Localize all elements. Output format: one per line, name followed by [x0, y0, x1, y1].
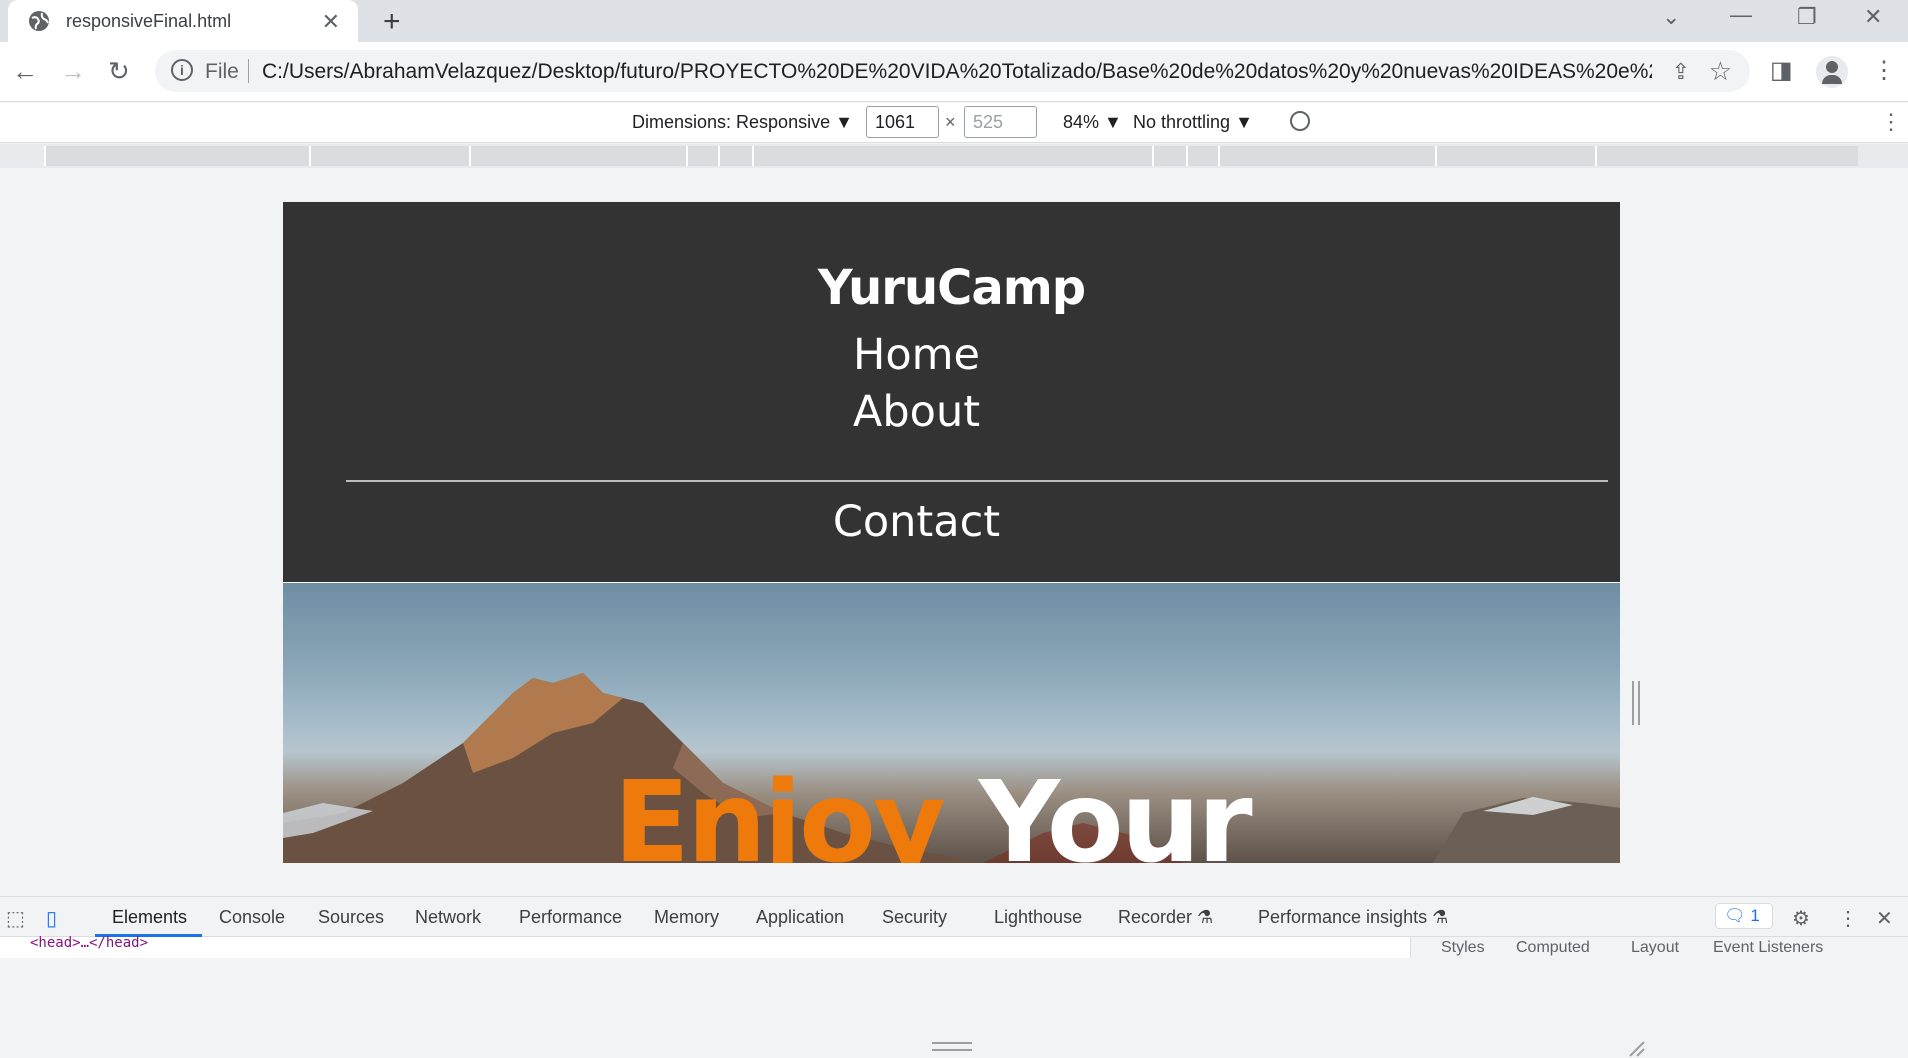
site-brand[interactable]: YuruCamp — [388, 260, 1515, 316]
performance-insights-label: Performance insights — [1258, 907, 1428, 927]
issues-badge[interactable]: 🗨 1 — [1715, 903, 1773, 929]
emulated-viewport-area: YuruCamp Home About Contact Enjoy Your — [0, 168, 1908, 1057]
devtools-tab-elements[interactable]: Elements — [112, 907, 187, 928]
devtools-panel: ⬚ ▯ Elements Console Sources Network Per… — [0, 896, 1908, 958]
media-query-segment[interactable] — [1595, 146, 1858, 166]
throttling-label: No throttling — [1133, 112, 1231, 132]
info-icon[interactable]: i — [171, 59, 193, 81]
device-toggle-icon[interactable]: ▯ — [46, 906, 57, 931]
share-icon[interactable]: ⇪ — [1672, 59, 1690, 85]
hero-heading: Enjoy Your — [283, 758, 1600, 863]
devtools-tab-lighthouse[interactable]: Lighthouse — [994, 907, 1082, 928]
media-query-segment[interactable] — [686, 146, 718, 166]
devtools-tab-memory[interactable]: Memory — [654, 907, 719, 928]
devtools-content: <head>…</head> Styles Computed Layout Ev… — [0, 935, 1908, 958]
devtools-tab-recorder[interactable]: Recorder ⚗ — [1118, 907, 1213, 928]
height-input[interactable]: 525 — [964, 106, 1037, 138]
devtools-tab-console[interactable]: Console — [219, 907, 285, 928]
browser-tab[interactable]: responsiveFinal.html ✕ — [8, 0, 358, 42]
styles-pane-tabs: Styles Computed Layout Event Listeners — [1410, 937, 1908, 958]
devtools-close-icon[interactable]: ✕ — [1876, 906, 1893, 931]
media-query-segment[interactable] — [1152, 146, 1186, 166]
emulated-page: YuruCamp Home About Contact Enjoy Your — [283, 202, 1620, 863]
inspect-element-icon[interactable]: ⬚ — [6, 906, 25, 931]
nav-home-link[interactable]: Home — [283, 330, 1585, 380]
issues-count: 1 — [1750, 906, 1760, 925]
media-query-segment[interactable] — [1186, 146, 1218, 166]
profile-avatar[interactable] — [1816, 56, 1848, 88]
minimize-icon[interactable]: — — [1730, 2, 1752, 28]
devtools-tab-security[interactable]: Security — [882, 907, 947, 928]
url-text[interactable]: C:/Users/AbrahamVelazquez/Desktop/futuro… — [262, 60, 1652, 84]
reload-icon[interactable]: ↻ — [108, 56, 130, 87]
flask-icon: ⚗ — [1197, 907, 1214, 927]
dom-tree-line[interactable]: <head>…</head> — [30, 935, 148, 951]
resize-handle-bottom[interactable] — [932, 1042, 972, 1051]
forward-icon[interactable]: → — [60, 56, 86, 87]
devtools-tab-sources[interactable]: Sources — [318, 907, 384, 928]
resize-handle-right[interactable] — [1632, 681, 1640, 725]
new-tab-button[interactable]: + — [383, 5, 401, 39]
window-close-icon[interactable]: ✕ — [1864, 4, 1882, 30]
pane-tab-styles[interactable]: Styles — [1441, 939, 1485, 957]
device-toolbar: Dimensions: Responsive ▼ 1061 × 525 84% … — [0, 103, 1908, 143]
media-query-segment[interactable] — [309, 146, 469, 166]
zoom-label: 84% — [1063, 112, 1100, 132]
scheme-label: File — [205, 60, 239, 83]
globe-icon — [29, 11, 49, 31]
site-header: YuruCamp Home About Contact — [283, 202, 1620, 582]
nav-about-link[interactable]: About — [283, 387, 1585, 437]
menu-kebab-icon[interactable]: ⋮ — [1872, 56, 1896, 85]
back-icon[interactable]: ← — [12, 56, 38, 87]
media-query-segment[interactable] — [1218, 146, 1435, 166]
pane-tab-layout[interactable]: Layout — [1631, 939, 1679, 957]
devtools-tab-performance[interactable]: Performance — [519, 907, 622, 928]
device-more-icon[interactable]: ⋮ — [1880, 109, 1902, 135]
zoom-select[interactable]: 84% ▼ — [1063, 112, 1122, 133]
nav-divider — [346, 480, 1608, 482]
tab-strip: responsiveFinal.html ✕ + ⌄ — ❐ ✕ — [0, 0, 1908, 42]
media-query-bar — [0, 144, 1908, 168]
devtools-more-icon[interactable]: ⋮ — [1838, 906, 1858, 931]
bookmark-star-icon[interactable]: ☆ — [1709, 56, 1732, 87]
resize-handle-corner[interactable] — [1628, 1040, 1646, 1058]
side-panel-icon[interactable]: ◨ — [1770, 56, 1793, 85]
hero-plain-word: Your — [978, 758, 1253, 863]
devtools-tab-performance-insights[interactable]: Performance insights ⚗ — [1258, 907, 1448, 928]
hero-accent-word: Enjoy — [613, 758, 946, 863]
devtools-tab-application[interactable]: Application — [756, 907, 844, 928]
media-query-segment[interactable] — [44, 146, 309, 166]
close-tab-icon[interactable]: ✕ — [322, 9, 340, 35]
divider — [248, 59, 249, 83]
pane-tab-computed[interactable]: Computed — [1516, 939, 1590, 957]
devtools-tabbar: ⬚ ▯ Elements Console Sources Network Per… — [0, 897, 1908, 937]
throttling-select[interactable]: No throttling ▼ — [1133, 112, 1253, 133]
restore-icon[interactable]: ❐ — [1797, 4, 1817, 30]
media-query-segment[interactable] — [718, 146, 752, 166]
hero-section: Enjoy Your — [283, 583, 1620, 863]
width-input[interactable]: 1061 — [866, 106, 939, 138]
dimensions-select[interactable]: Dimensions: Responsive ▼ — [632, 112, 853, 133]
pane-tab-event-listeners[interactable]: Event Listeners — [1713, 939, 1823, 957]
flask-icon: ⚗ — [1432, 907, 1449, 927]
tab-search-icon[interactable]: ⌄ — [1662, 4, 1680, 30]
address-bar[interactable]: i File C:/Users/AbrahamVelazquez/Desktop… — [155, 50, 1750, 92]
media-query-segment[interactable] — [469, 146, 686, 166]
rotate-icon[interactable] — [1290, 111, 1310, 131]
recorder-label: Recorder — [1118, 907, 1193, 927]
dimensions-label: Dimensions: Responsive — [632, 112, 831, 132]
nav-contact-link[interactable]: Contact — [283, 497, 1585, 547]
devtools-tab-network[interactable]: Network — [415, 907, 481, 928]
browser-toolbar: ← → ↻ i File C:/Users/AbrahamVelazquez/D… — [0, 42, 1908, 102]
media-query-segment[interactable] — [1435, 146, 1595, 166]
times-symbol: × — [945, 112, 956, 132]
media-query-segment[interactable] — [752, 146, 1152, 166]
tab-title: responsiveFinal.html — [66, 11, 232, 31]
settings-gear-icon[interactable]: ⚙ — [1792, 906, 1810, 931]
